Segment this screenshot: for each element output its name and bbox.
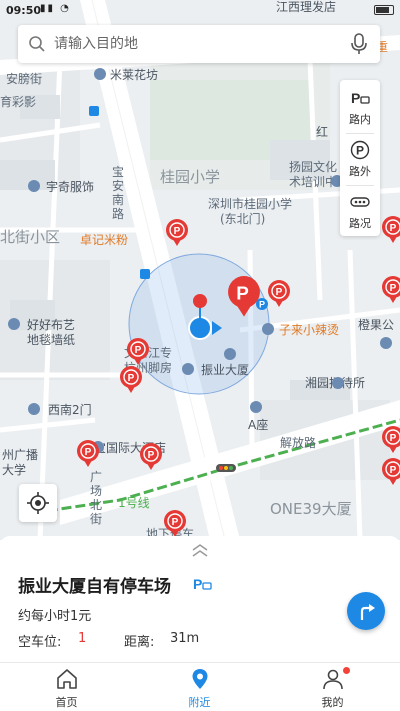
tab-label: 首页 [55,696,78,709]
tab-home[interactable]: 首页 [0,663,133,711]
parking-lot-icon: P [350,140,370,160]
poi-marker [8,68,392,453]
selected-parking-pin: P [228,276,260,317]
user-icon [323,669,343,690]
search-bar[interactable] [18,25,380,63]
status-time: 09:50 [6,4,42,17]
svg-text:P: P [356,144,364,158]
expand-chevron-icon[interactable] [190,544,210,558]
parking-detail-sheet[interactable]: 振业大厦自有停车场 P 约每小时1元 空车位: 1 距离: 31m [0,536,400,662]
notification-badge [343,667,350,674]
parking-pin [76,215,400,538]
traffic-light-icon [216,464,236,472]
vacant-spaces-value: 1 [78,631,87,646]
map-layer-controls: P 路内 P 路外 路况 [340,80,380,236]
status-bar: 09:50 ▮▮ ◔ [0,0,400,22]
home-icon [57,669,77,689]
traffic-icon [350,197,370,207]
location-pin-icon [192,669,208,689]
bottom-tab-bar: 首页 附近 我的 [0,662,400,711]
navigate-button[interactable] [347,592,385,630]
parking-lot-button[interactable]: P 路外 [340,134,380,186]
distance-value: 31m [170,631,200,646]
side-control-label: 路况 [349,217,371,230]
battery-icon [374,5,394,15]
tab-label: 附近 [188,696,211,709]
search-input[interactable] [54,33,354,55]
side-control-label: 路外 [349,165,371,178]
roadside-parking-button[interactable]: P 路内 [340,82,380,134]
search-icon [29,36,45,52]
svg-text:P: P [351,90,360,106]
svg-text:P: P [236,282,249,303]
distance-label: 距离: [124,635,155,650]
user-location-marker [188,294,222,340]
app-screen: 江西理发店 重 安膀街 育彩影 米莱花坊 红 扬园文化 术培训中 桂园小学 深圳… [0,0,400,711]
tab-label: 我的 [321,696,344,709]
svg-text:P: P [259,300,265,310]
vacant-spaces-label: 空车位: [18,635,62,650]
side-control-label: 路内 [349,113,371,126]
parking-lot-name: 振业大厦自有停车场 [18,577,171,597]
parking-type-icon: P [193,576,212,592]
crosshair-icon [27,492,49,514]
tab-profile[interactable]: 我的 [266,663,399,711]
roadside-parking-icon: P [351,90,370,106]
locate-me-button[interactable] [19,484,57,522]
traffic-button[interactable]: 路况 [340,186,380,238]
tab-nearby[interactable]: 附近 [133,663,266,711]
bus-stop-icon [89,106,150,279]
route-turn-icon [360,604,375,620]
parking-price: 约每小时1元 [18,609,92,624]
parking-sign-icon: P [256,298,268,310]
signal-icons: ▮▮ ◔ [40,3,71,14]
svg-text:P: P [193,576,202,592]
microphone-icon[interactable] [350,33,368,55]
